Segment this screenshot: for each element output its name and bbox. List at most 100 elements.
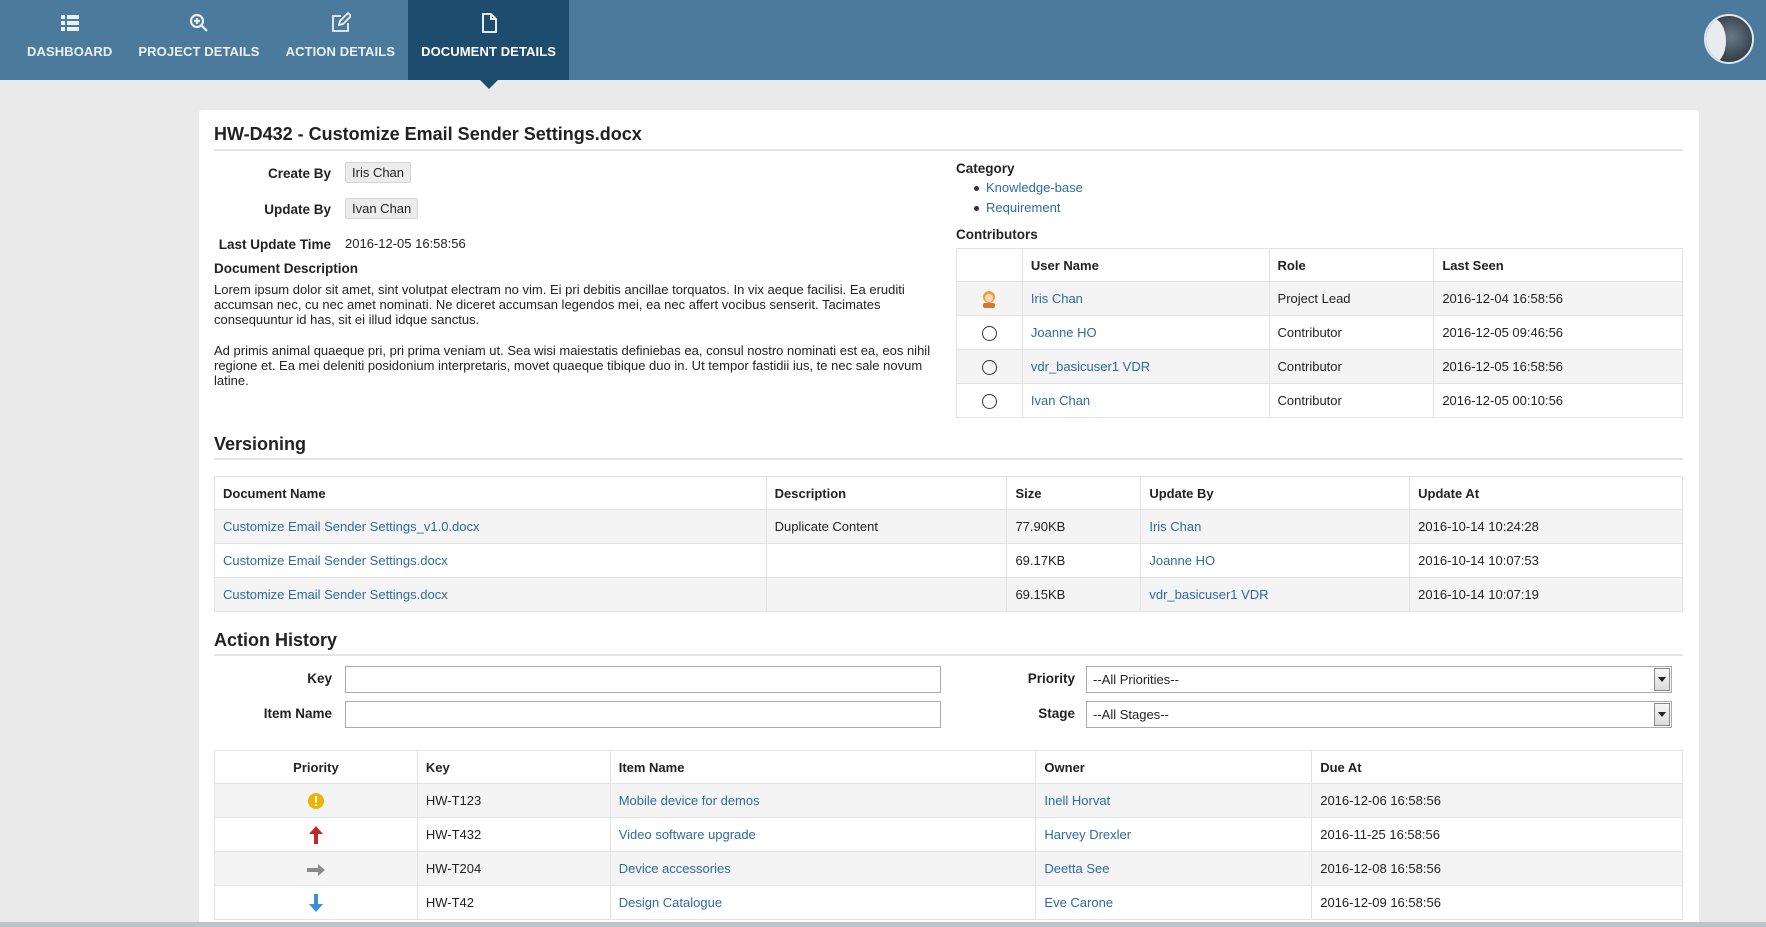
column-header[interactable]: Item Name <box>609 750 1037 784</box>
category-list: Knowledge-base Requirement <box>974 180 1083 220</box>
nav-dashboard[interactable]: DASHBOARD <box>0 0 125 80</box>
main-nav: DASHBOARD PROJECT DETAILS ACTION DETAILS… <box>0 0 1766 89</box>
column-header[interactable]: Update By <box>1140 476 1411 510</box>
action-owner-link[interactable]: Harvey Drexler <box>1044 827 1131 842</box>
key-filter-input[interactable] <box>345 666 941 693</box>
nav-action-details-label: ACTION DETAILS <box>285 44 396 59</box>
item-name-filter-input[interactable] <box>345 701 941 728</box>
version-update-at: 2016-10-14 10:07:53 <box>1409 543 1683 578</box>
contributors-label: Contributors <box>956 227 1038 242</box>
version-update-by-link[interactable]: vdr_basicuser1 VDR <box>1149 587 1268 602</box>
contributors-avatar-header <box>956 248 1023 282</box>
version-description <box>765 577 1008 612</box>
action-history-heading: Action History <box>214 630 1683 656</box>
version-row: Customize Email Sender Settings.docx 69.… <box>214 577 1683 612</box>
chevron-down-icon[interactable] <box>1654 668 1670 691</box>
update-by-label: Update By <box>264 202 331 217</box>
action-row: HW-T432 Video software upgrade Harvey Dr… <box>214 817 1683 852</box>
version-description: Duplicate Content <box>765 509 1008 544</box>
column-header[interactable]: Due At <box>1311 750 1683 784</box>
version-document-link[interactable]: Customize Email Sender Settings.docx <box>223 587 448 602</box>
column-header[interactable]: Owner <box>1035 750 1313 784</box>
category-label: Category <box>956 161 1015 176</box>
category-item[interactable]: Knowledge-base <box>974 180 1083 200</box>
versioning-header-row: Document Name Description Size Update By… <box>214 476 1683 510</box>
document-details-panel: HW-D432 - Customize Email Sender Setting… <box>199 110 1699 927</box>
description-paragraph-1: Lorem ipsum dolor sit amet, sint volutpa… <box>214 282 905 327</box>
column-header[interactable]: Update At <box>1409 476 1683 510</box>
last-update-value: 2016-12-05 16:58:56 <box>345 236 466 251</box>
contributor-role: Project Lead <box>1268 281 1435 316</box>
contributor-name-link[interactable]: Joanne HO <box>1031 325 1097 340</box>
user-avatar[interactable] <box>1704 14 1754 64</box>
priority-filter-select[interactable]: --All Priorities-- <box>1086 666 1672 693</box>
description-paragraph-2: Ad primis animal quaeque pri, pri prima … <box>214 343 931 388</box>
contributor-name-link[interactable]: Iris Chan <box>1031 291 1083 306</box>
empty-avatar-icon <box>981 393 997 409</box>
contributor-last-seen: 2016-12-04 16:58:56 <box>1433 281 1683 316</box>
contributor-name-link[interactable]: vdr_basicuser1 VDR <box>1031 359 1150 374</box>
contributor-last-seen: 2016-12-05 09:46:56 <box>1433 315 1683 350</box>
column-header[interactable]: Key <box>416 750 611 784</box>
version-document-link[interactable]: Customize Email Sender Settings.docx <box>223 553 448 568</box>
action-row: HW-T123 Mobile device for demos Inell Ho… <box>214 783 1683 818</box>
action-item-link[interactable]: Video software upgrade <box>619 827 756 842</box>
column-header[interactable]: Document Name <box>214 476 767 510</box>
arrow-right-icon <box>306 863 325 876</box>
version-size: 69.17KB <box>1006 543 1142 578</box>
action-row: HW-T204 Device accessories Deetta See 20… <box>214 851 1683 886</box>
versioning-table: Document Name Description Size Update By… <box>214 476 1683 612</box>
contributor-role: Contributor <box>1268 349 1435 384</box>
description-label: Document Description <box>214 261 359 276</box>
action-owner-link[interactable]: Eve Carone <box>1044 895 1113 910</box>
version-update-by-link[interactable]: Joanne HO <box>1149 553 1215 568</box>
action-key: HW-T432 <box>416 817 611 852</box>
version-row: Customize Email Sender Settings_v1.0.doc… <box>214 509 1683 544</box>
create-by-value: Iris Chan <box>345 162 412 183</box>
column-header[interactable]: Size <box>1006 476 1142 510</box>
priority-cell <box>214 851 418 886</box>
version-update-at: 2016-10-14 10:07:19 <box>1409 577 1683 612</box>
chevron-down-icon[interactable] <box>1654 703 1670 726</box>
priority-cell <box>214 817 418 852</box>
contributor-last-seen: 2016-12-05 16:58:56 <box>1433 349 1683 384</box>
category-link[interactable]: Requirement <box>986 200 1060 215</box>
contributor-row: Iris Chan Project Lead 2016-12-04 16:58:… <box>956 281 1683 316</box>
nav-action-details[interactable]: ACTION DETAILS <box>273 0 409 80</box>
stage-filter-label: Stage <box>1038 706 1075 721</box>
stage-filter-select[interactable]: --All Stages-- <box>1086 701 1672 728</box>
nav-project-details-label: PROJECT DETAILS <box>138 44 260 59</box>
action-history-header-row: Priority Key Item Name Owner Due At <box>214 750 1683 784</box>
contributor-role: Contributor <box>1268 315 1435 350</box>
category-item[interactable]: Requirement <box>974 200 1083 220</box>
column-header[interactable]: Role <box>1268 248 1435 282</box>
list-icon <box>60 15 79 31</box>
nav-document-details[interactable]: DOCUMENT DETAILS <box>408 0 570 89</box>
contributors-table: User Name Role Last Seen Iris Chan Proje… <box>956 248 1683 418</box>
nav-project-details[interactable]: PROJECT DETAILS <box>125 0 272 80</box>
action-key: HW-T42 <box>416 885 611 920</box>
column-header[interactable]: Priority <box>214 750 418 784</box>
action-owner-link[interactable]: Inell Horvat <box>1044 793 1110 808</box>
contributor-last-seen: 2016-12-05 00:10:56 <box>1433 383 1683 418</box>
action-owner-link[interactable]: Deetta See <box>1044 861 1109 876</box>
column-header[interactable]: User Name <box>1021 248 1270 282</box>
stage-filter-value: --All Stages-- <box>1093 707 1169 722</box>
priority-filter-value: --All Priorities-- <box>1093 672 1179 687</box>
action-due-at: 2016-12-06 16:58:56 <box>1311 783 1683 818</box>
column-header[interactable]: Description <box>765 476 1008 510</box>
column-header[interactable]: Last Seen <box>1433 248 1683 282</box>
version-row: Customize Email Sender Settings.docx 69.… <box>214 543 1683 578</box>
category-link[interactable]: Knowledge-base <box>986 180 1083 195</box>
action-item-link[interactable]: Device accessories <box>619 861 731 876</box>
version-update-at: 2016-10-14 10:24:28 <box>1409 509 1683 544</box>
contributor-avatar-cell <box>956 383 1023 418</box>
action-item-link[interactable]: Mobile device for demos <box>619 793 760 808</box>
contributor-name-link[interactable]: Ivan Chan <box>1031 393 1090 408</box>
version-document-link[interactable]: Customize Email Sender Settings_v1.0.doc… <box>223 519 480 534</box>
action-item-link[interactable]: Design Catalogue <box>619 895 722 910</box>
version-update-by-link[interactable]: Iris Chan <box>1149 519 1201 534</box>
action-row: HW-T42 Design Catalogue Eve Carone 2016-… <box>214 885 1683 920</box>
taskbar-edge <box>0 922 1766 927</box>
nav-document-details-label: DOCUMENT DETAILS <box>421 44 557 59</box>
